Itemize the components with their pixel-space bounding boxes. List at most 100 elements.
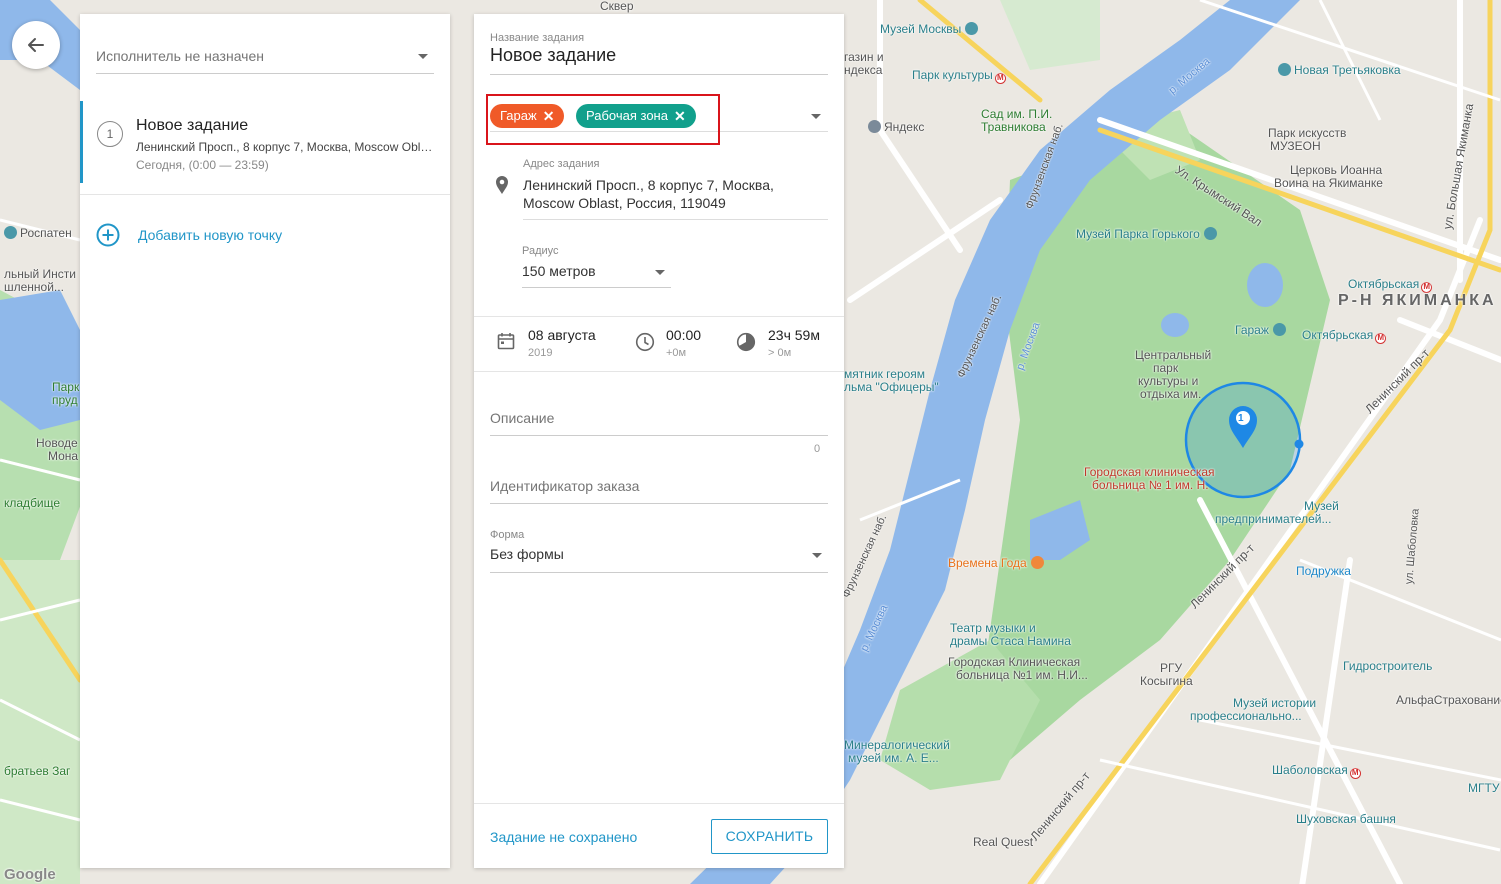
tag-chip-garage[interactable]: Гараж ✕	[490, 104, 565, 128]
start-time-picker[interactable]: 00:00 +0м	[666, 327, 701, 359]
map-label-yandex[interactable]: Яндекс	[868, 120, 924, 134]
marker-number: 1	[1238, 413, 1244, 424]
map-label-central-park-4: отдыха им.	[1140, 387, 1202, 401]
tag-label: Гараж	[500, 108, 537, 123]
address-line-2: Moscow Oblast, Россия, 119049	[523, 195, 726, 211]
duration-icon	[736, 332, 756, 352]
task-title: Новое задание	[136, 117, 249, 134]
place-icon	[868, 120, 881, 133]
tag-remove-icon[interactable]: ✕	[543, 109, 555, 123]
plus-circle-icon	[96, 223, 120, 247]
address-underline	[523, 219, 828, 220]
start-time-offset: +0м	[666, 347, 687, 359]
map-label-mineral-2: музей им. А. Е...	[848, 751, 939, 765]
clock-icon	[635, 332, 655, 352]
address-field[interactable]: Ленинский Просп., 8 корпус 7, Москва, Mo…	[523, 176, 813, 212]
divider	[80, 194, 450, 195]
map-label-new-tretyakov[interactable]: Новая Третьяковка	[1278, 63, 1401, 77]
restaurant-icon	[1030, 556, 1044, 569]
form-select[interactable]: Без формы	[490, 546, 828, 573]
date-picker[interactable]: 08 августа 2019	[528, 327, 596, 359]
place-icon	[4, 226, 17, 239]
back-button[interactable]	[12, 21, 60, 69]
radius-handle[interactable]	[1294, 439, 1304, 449]
tags-chevron-down-icon[interactable]	[811, 114, 821, 119]
order-id-input[interactable]: Идентификатор заказа	[490, 474, 828, 504]
google-logo: Google	[4, 866, 56, 883]
map-label-rospatent[interactable]: Роспатен	[4, 226, 72, 240]
museum-icon	[1278, 63, 1291, 76]
map-label-officers-2: льма "Офицеры"	[844, 380, 939, 394]
chevron-down-icon	[812, 553, 822, 558]
map-label-entrepreneurs-2: предпринимателей...	[1215, 512, 1332, 526]
duration-value: 23ч 59м	[768, 327, 820, 343]
map-label-kladbische: кладбище	[4, 496, 61, 510]
map-label-podruzhka: Подружка	[1296, 564, 1351, 578]
map-label-novodevichy-2: Мона	[48, 449, 79, 463]
map-label-mgtu: МГТУ	[1468, 781, 1500, 795]
radius-select[interactable]: 150 метров	[522, 263, 671, 288]
map-label-neskuchny-2: пруд	[52, 393, 78, 407]
map-label-gidrostroitel[interactable]: Гидростроитель	[1343, 660, 1432, 673]
metro-icon: M	[1349, 768, 1361, 779]
place-icon	[1272, 323, 1286, 336]
map-label-left-inst-2: шленной...	[4, 280, 64, 294]
map-label-skver: Сквер	[600, 0, 634, 13]
form-label: Форма	[490, 529, 525, 541]
map-label-muzeon-2: МУЗЕОН	[1270, 139, 1321, 153]
task-name-label: Название задания	[490, 32, 585, 44]
chevron-down-icon	[418, 54, 428, 59]
task-time: Сегодня, (0:00 — 23:59)	[136, 158, 269, 172]
tag-remove-icon[interactable]: ✕	[674, 109, 686, 123]
map-label-shukhov: Шуховская башня	[1296, 812, 1396, 826]
map-label-hospital-nr1-2: больница №1 им. Н.И...	[956, 668, 1088, 682]
map-label-museum-moscow[interactable]: Музей Москвы	[880, 22, 981, 36]
map-label-park-kultury[interactable]: Парк культуры M	[912, 69, 1006, 84]
map-label-church-2: Воина на Якиманке	[1274, 176, 1383, 190]
map-label-shabolovskaya[interactable]: Шаболовская M	[1272, 764, 1361, 779]
map-label-bratiev: братьев Заг	[4, 764, 71, 778]
metro-icon: M	[1375, 333, 1387, 344]
museum-icon	[965, 22, 979, 35]
map-label-sad-2: Травникова	[981, 120, 1046, 134]
task-edit-panel: Название задания Новое задание Гараж ✕ Р…	[474, 14, 844, 868]
divider	[474, 316, 844, 317]
address-label: Адрес задания	[523, 158, 600, 170]
assignee-placeholder: Исполнитель не назначен	[96, 48, 264, 64]
map-label-oktyabrskaya-1[interactable]: Октябрьская M	[1348, 278, 1433, 293]
map-label-oktyabrskaya-2[interactable]: Октябрьская M	[1302, 329, 1387, 344]
map-label-vremena-goda[interactable]: Времена Года	[948, 556, 1047, 570]
description-input[interactable]: Описание	[490, 406, 828, 436]
metro-icon: M	[994, 73, 1006, 84]
task-list-item[interactable]: 1 Новое задание Ленинский Просп., 8 корп…	[80, 101, 450, 183]
date-year: 2019	[528, 347, 553, 359]
map-label-garage[interactable]: Гараж	[1235, 323, 1289, 337]
schedule-row: 08 августа 2019 00:00 +0м 23ч 59м > 0м	[474, 327, 844, 371]
map-label-yakimanka: Р-Н ЯКИМАНКА	[1338, 292, 1497, 309]
assignee-select[interactable]: Исполнитель не назначен	[96, 44, 434, 74]
add-point-button[interactable]: Добавить новую точку	[96, 223, 282, 247]
map-label-real-quest: Real Quest	[973, 835, 1034, 849]
location-pin-icon	[496, 176, 508, 194]
museum-icon	[1203, 227, 1217, 240]
add-point-label: Добавить новую точку	[138, 227, 283, 243]
save-status-text: Задание не сохранено	[490, 829, 638, 845]
duration-min: > 0м	[768, 347, 792, 359]
start-time-value: 00:00	[666, 327, 702, 343]
save-button[interactable]: СОХРАНИТЬ	[711, 819, 828, 854]
map-label-gazin-2: ндекса	[844, 63, 883, 77]
task-number-badge: 1	[97, 121, 123, 147]
arrow-left-icon	[28, 38, 44, 52]
route-panel: Исполнитель не назначен 1 Новое задание …	[80, 14, 450, 868]
map-label-hospital1-2: больница № 1 им. Н.	[1092, 478, 1209, 492]
duration-picker[interactable]: 23ч 59м > 0м	[768, 327, 820, 359]
footer-divider	[474, 803, 844, 804]
radius-label: Радиус	[522, 245, 559, 257]
map-label-prof-edu-2: профессионально...	[1190, 709, 1302, 723]
radius-value: 150 метров	[522, 263, 596, 279]
map-label-gorky-museum[interactable]: Музей Парка Горького	[1076, 227, 1220, 241]
task-name-input[interactable]: Новое задание	[490, 45, 828, 75]
description-counter: 0	[814, 443, 821, 455]
task-address: Ленинский Просп., 8 корпус 7, Москва, Mo…	[136, 140, 436, 154]
tag-chip-workzone[interactable]: Рабочая зона ✕	[576, 104, 696, 128]
